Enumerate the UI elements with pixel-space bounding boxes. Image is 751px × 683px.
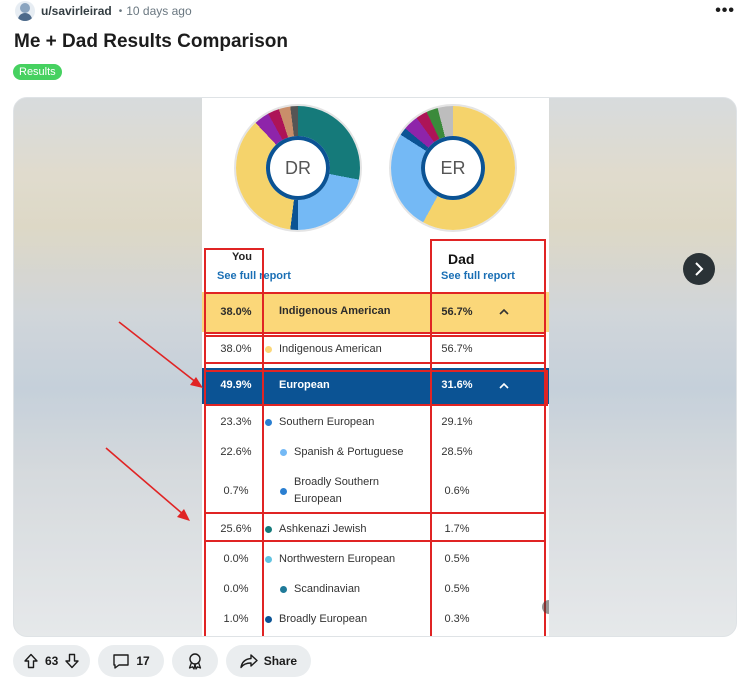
post-header: u/savirleirad • 10 days ago bbox=[15, 0, 192, 22]
ancestry-comparison-image: DR ER You Dad See full report See full r… bbox=[202, 98, 549, 636]
region-name: Northwestern European bbox=[279, 553, 396, 565]
donut-chart-dad: ER bbox=[391, 106, 515, 230]
legend-dot bbox=[280, 488, 287, 495]
chevron-right-icon bbox=[695, 262, 704, 276]
share-button[interactable]: Share bbox=[225, 645, 312, 677]
region-name: Southern European bbox=[279, 416, 375, 428]
post-timestamp: 10 days ago bbox=[126, 4, 192, 18]
vote-control: 63 bbox=[13, 645, 91, 677]
region-name-line1: Broadly Southern bbox=[294, 476, 379, 488]
vote-count: 63 bbox=[45, 654, 59, 668]
post-card: u/savirleirad • 10 days ago ••• Me + Dad… bbox=[0, 0, 751, 683]
legend-dot bbox=[280, 586, 287, 593]
comment-count: 17 bbox=[136, 654, 150, 668]
avatar[interactable] bbox=[15, 1, 35, 21]
post-action-bar: 63 17 Share bbox=[13, 645, 312, 677]
region-name: Broadly European bbox=[279, 613, 368, 625]
annotation-arrows bbox=[105, 321, 203, 521]
share-label: Share bbox=[263, 654, 298, 668]
post-flair[interactable]: Results bbox=[13, 64, 62, 80]
gallery-pager[interactable] bbox=[542, 600, 549, 614]
downvote-icon[interactable] bbox=[64, 653, 80, 669]
region-name-line2: European bbox=[294, 493, 342, 505]
annotation-box-ashkenazi-row bbox=[204, 512, 546, 542]
share-icon bbox=[240, 654, 258, 669]
username-link[interactable]: u/savirleirad bbox=[41, 4, 112, 18]
donut-label-you: DR bbox=[266, 136, 330, 200]
gallery-next-button[interactable] bbox=[683, 253, 715, 285]
award-button[interactable] bbox=[171, 645, 218, 677]
annotation-box-indigenous-row bbox=[204, 335, 546, 364]
comment-icon bbox=[113, 654, 130, 669]
legend-dot bbox=[265, 556, 272, 563]
comments-button[interactable]: 17 bbox=[98, 645, 164, 677]
separator-dot: • bbox=[118, 5, 123, 17]
region-name: Spanish & Portuguese bbox=[294, 446, 404, 458]
award-icon bbox=[188, 653, 201, 670]
gallery-blur-right bbox=[546, 98, 736, 636]
upvote-icon[interactable] bbox=[23, 653, 39, 669]
more-options-button[interactable]: ••• bbox=[715, 2, 735, 20]
image-gallery[interactable]: DR ER You Dad See full report See full r… bbox=[13, 97, 737, 637]
annotation-box-european-header bbox=[204, 370, 548, 406]
annotation-box-indigenous-header bbox=[204, 292, 546, 334]
donut-chart-you: DR bbox=[236, 106, 360, 230]
legend-dot bbox=[280, 449, 287, 456]
legend-dot bbox=[265, 419, 272, 426]
region-name: Scandinavian bbox=[294, 583, 361, 595]
post-title[interactable]: Me + Dad Results Comparison bbox=[14, 31, 288, 53]
legend-dot bbox=[265, 616, 272, 623]
donut-label-dad: ER bbox=[421, 136, 485, 200]
